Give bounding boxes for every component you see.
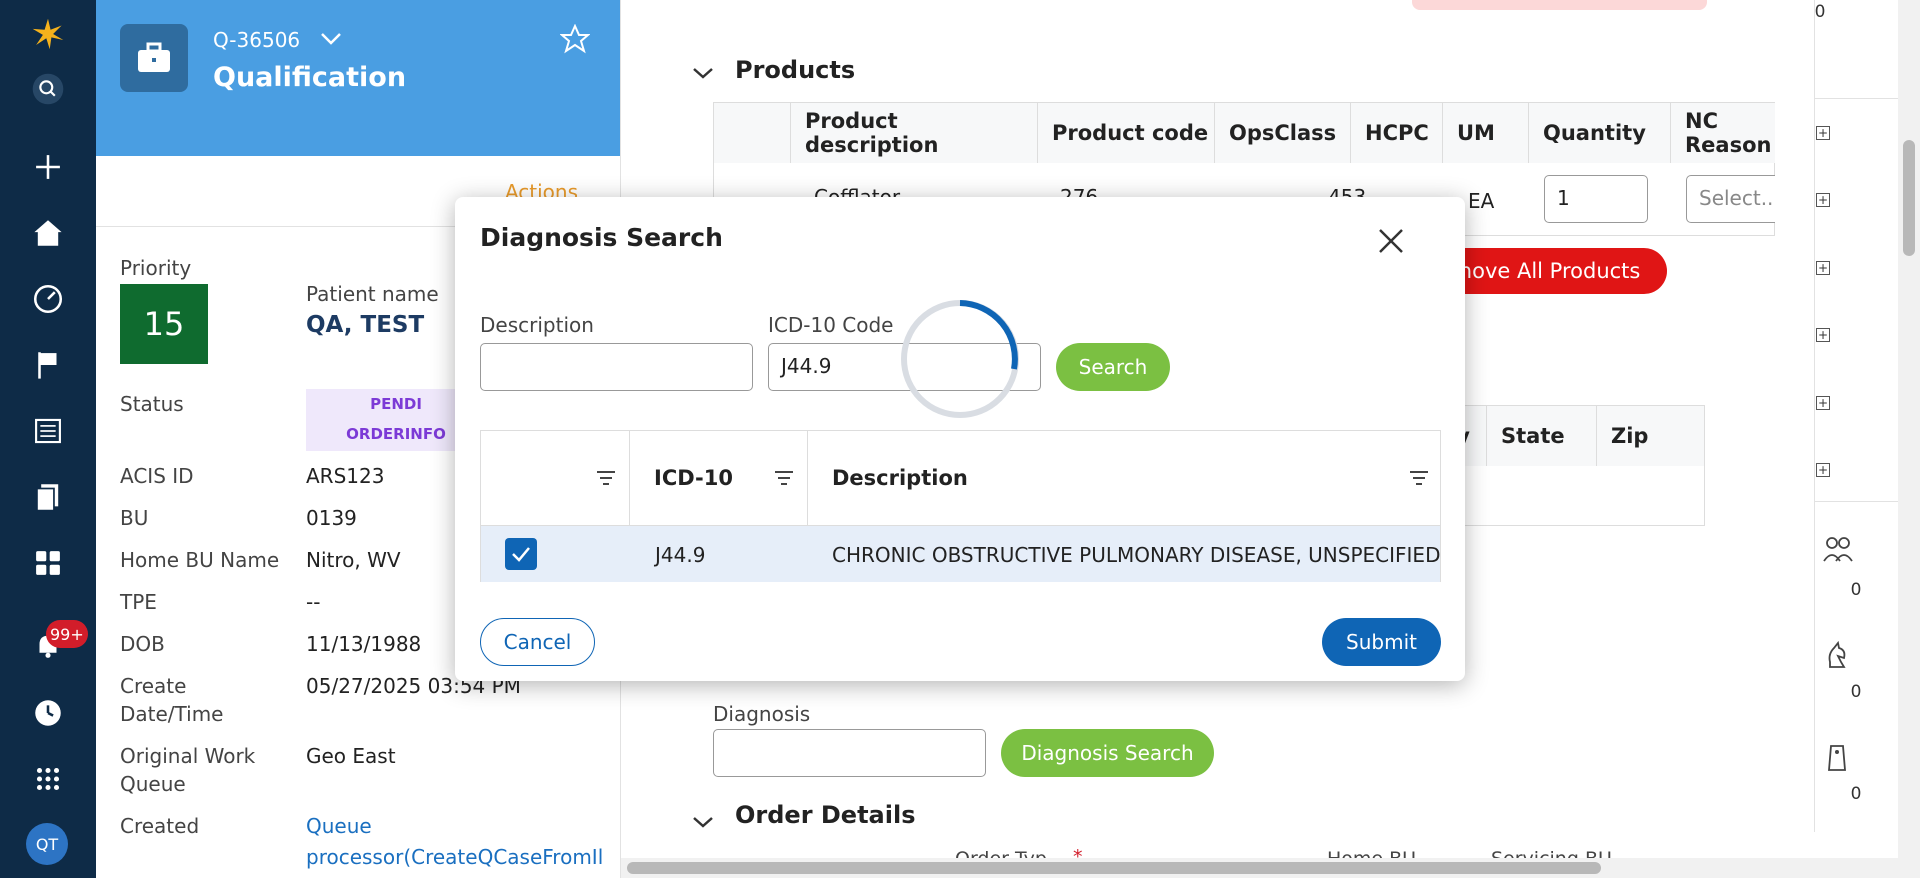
submit-button[interactable]: Submit xyxy=(1322,618,1441,666)
table-row[interactable]: J44.9 CHRONIC OBSTRUCTIVE PULMONARY DISE… xyxy=(481,525,1440,582)
filter-icon[interactable] xyxy=(773,469,795,487)
modal-overlay: Diagnosis Search Description ICD-10 Code… xyxy=(0,0,1920,878)
cancel-button[interactable]: Cancel xyxy=(480,618,595,666)
description-label: Description xyxy=(480,313,594,337)
loading-spinner-icon xyxy=(901,300,1019,418)
close-icon[interactable] xyxy=(1377,227,1405,255)
filter-icon[interactable] xyxy=(595,469,617,487)
search-button[interactable]: Search xyxy=(1056,343,1170,391)
grid-header[interactable]: Description xyxy=(808,431,1440,525)
diagnosis-search-modal: Diagnosis Search Description ICD-10 Code… xyxy=(455,197,1465,681)
description-cell: CHRONIC OBSTRUCTIVE PULMONARY DISEASE, U… xyxy=(832,543,1441,567)
diagnosis-results-grid: ICD-10 Description J44.9 CHRONIC OBSTRUC… xyxy=(480,430,1441,582)
icd10-cell: J44.9 xyxy=(655,543,706,567)
icd10-code-label: ICD-10 Code xyxy=(768,313,894,337)
checkmark-icon xyxy=(512,547,530,562)
modal-title: Diagnosis Search xyxy=(480,223,723,252)
filter-icon[interactable] xyxy=(1408,469,1430,487)
row-checkbox[interactable] xyxy=(505,538,537,570)
description-input[interactable] xyxy=(480,343,753,391)
